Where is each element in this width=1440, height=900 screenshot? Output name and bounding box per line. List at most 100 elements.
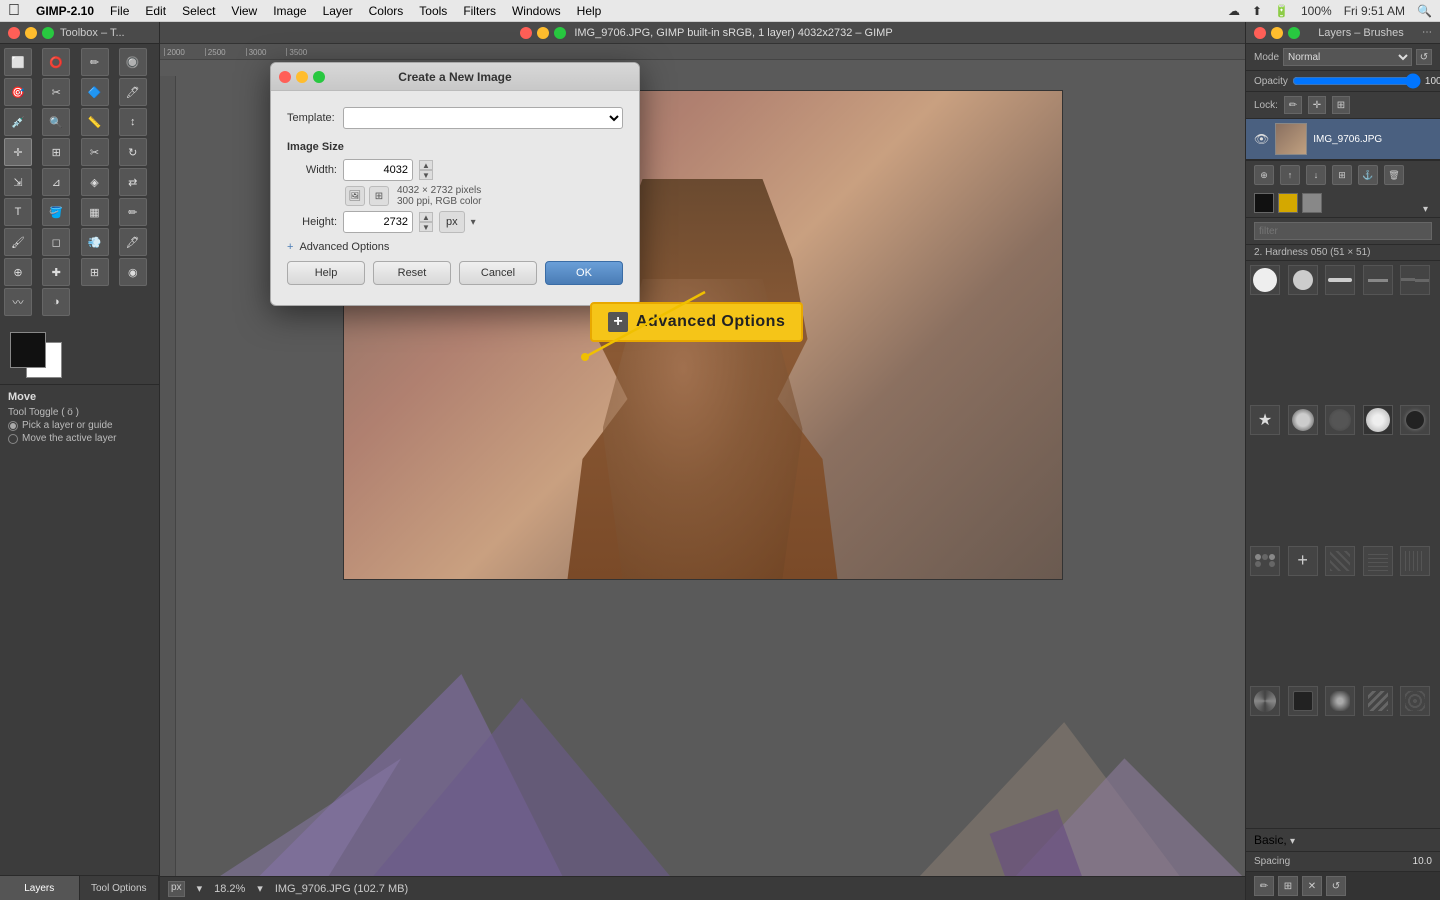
canvas-minimize-button[interactable] — [537, 27, 549, 39]
duplicate-brush-button[interactable]: ⊞ — [1278, 876, 1298, 896]
unit-button[interactable]: px — [439, 211, 465, 233]
canvas-close-button[interactable] — [520, 27, 532, 39]
grid-icon[interactable]: ⊞ — [369, 186, 389, 206]
new-brush-button[interactable]: ✏ — [1254, 876, 1274, 896]
tool-dodge-burn[interactable]: ◑ — [42, 288, 70, 316]
menu-help[interactable]: Help — [577, 4, 602, 18]
tab-layers[interactable]: Layers — [0, 876, 80, 900]
tool-airbrush[interactable]: 💨 — [81, 228, 109, 256]
right-panel-menu-icon[interactable]: ⋯ — [1422, 27, 1432, 38]
tool-fuzzy-select[interactable]: 🔘 — [119, 48, 147, 76]
menu-image[interactable]: Image — [273, 4, 306, 18]
tool-shear[interactable]: ⊿ — [42, 168, 70, 196]
brush-item[interactable] — [1400, 405, 1430, 435]
menu-file[interactable]: File — [110, 4, 129, 18]
right-maximize-button[interactable] — [1288, 27, 1300, 39]
tool-ink[interactable]: 🖋 — [119, 228, 147, 256]
width-input[interactable]: 4032 — [343, 159, 413, 181]
anchor-layer-button[interactable]: ⚓ — [1358, 165, 1378, 185]
mode-reset-button[interactable]: ↺ — [1416, 49, 1432, 65]
brush-item[interactable] — [1250, 265, 1280, 295]
brush-item[interactable] — [1288, 265, 1318, 295]
height-down-button[interactable]: ▼ — [419, 222, 433, 232]
color-swatch-yellow[interactable] — [1278, 193, 1298, 213]
tool-blend[interactable]: ▦ — [81, 198, 109, 226]
menu-view[interactable]: View — [231, 4, 257, 18]
menu-colors[interactable]: Colors — [369, 4, 404, 18]
tool-scale[interactable]: ⇲ — [4, 168, 32, 196]
brush-item[interactable] — [1325, 265, 1355, 295]
menu-layer[interactable]: Layer — [323, 4, 353, 18]
cancel-button[interactable]: Cancel — [459, 261, 537, 285]
brush-item[interactable] — [1325, 546, 1355, 576]
lock-alpha-button[interactable]: ⊞ — [1332, 96, 1350, 114]
lower-layer-button[interactable]: ↓ — [1306, 165, 1326, 185]
new-layer-group-button[interactable]: ⊕ — [1254, 165, 1274, 185]
tool-crop[interactable]: ✂ — [81, 138, 109, 166]
menu-edit[interactable]: Edit — [145, 4, 166, 18]
dialog-close-button[interactable] — [279, 71, 291, 83]
create-image-dialog[interactable]: Create a New Image Template: Image Size … — [270, 62, 640, 306]
tool-option-active-layer[interactable]: Move the active layer — [8, 433, 151, 444]
search-icon[interactable]: 🔍 — [1417, 4, 1432, 18]
tool-clone[interactable]: ⊕ — [4, 258, 32, 286]
tool-zoom[interactable]: 🔍 — [42, 108, 70, 136]
tool-text[interactable]: T — [4, 198, 32, 226]
tool-measure[interactable]: 📏 — [81, 108, 109, 136]
help-button[interactable]: Help — [287, 261, 365, 285]
layer-item[interactable]: 👁 IMG_9706.JPG — [1246, 119, 1440, 160]
lock-position-button[interactable]: ✛ — [1308, 96, 1326, 114]
brush-item[interactable] — [1363, 686, 1393, 716]
brush-item[interactable] — [1400, 546, 1430, 576]
menu-select[interactable]: Select — [182, 4, 215, 18]
right-minimize-button[interactable] — [1271, 27, 1283, 39]
unit-dropdown-icon[interactable]: ▾ — [471, 217, 476, 228]
brush-item[interactable] — [1288, 405, 1318, 435]
raise-layer-button[interactable]: ↑ — [1280, 165, 1300, 185]
brush-item[interactable] — [1400, 686, 1430, 716]
tool-foreground-select[interactable]: 🔷 — [81, 78, 109, 106]
duplicate-layer-button[interactable]: ⊞ — [1332, 165, 1352, 185]
brush-item[interactable] — [1363, 265, 1393, 295]
width-down-button[interactable]: ▼ — [419, 170, 433, 180]
ok-button[interactable]: OK — [545, 261, 623, 285]
lock-pixels-button[interactable]: ✏ — [1284, 96, 1302, 114]
tool-rotate[interactable]: ↻ — [119, 138, 147, 166]
refresh-brush-button[interactable]: ↺ — [1326, 876, 1346, 896]
color-swatch-gray[interactable] — [1302, 193, 1322, 213]
brush-item[interactable] — [1288, 686, 1318, 716]
close-button[interactable] — [8, 27, 20, 39]
tool-pencil[interactable]: ✏ — [119, 198, 147, 226]
height-up-button[interactable]: ▲ — [419, 212, 433, 222]
mode-select[interactable]: Normal — [1283, 48, 1412, 66]
tool-heal[interactable]: ✚ — [42, 258, 70, 286]
tool-flip[interactable]: ⇄ — [119, 168, 147, 196]
width-up-button[interactable]: ▲ — [419, 160, 433, 170]
tool-free-select[interactable]: ✏ — [81, 48, 109, 76]
tool-paths[interactable]: 🖊 — [119, 78, 147, 106]
maximize-button[interactable] — [42, 27, 54, 39]
dialog-minimize-button[interactable] — [296, 71, 308, 83]
tool-align[interactable]: ⊞ — [42, 138, 70, 166]
tool-rect-select[interactable]: ⬜ — [4, 48, 32, 76]
tool-ellipse-select[interactable]: ⭕ — [42, 48, 70, 76]
foreground-color-swatch[interactable] — [10, 332, 46, 368]
brush-item[interactable] — [1250, 546, 1280, 576]
brush-filter-input[interactable] — [1254, 222, 1432, 240]
image-icon[interactable]: 🖼 — [345, 186, 365, 206]
reset-button[interactable]: Reset — [373, 261, 451, 285]
tool-paintbrush[interactable]: 🖌 — [4, 228, 32, 256]
brush-item[interactable]: + — [1288, 546, 1318, 576]
tool-eraser[interactable]: ◻ — [42, 228, 70, 256]
tool-perspective-clone[interactable]: ⊞ — [81, 258, 109, 286]
layer-visibility-icon[interactable]: 👁 — [1254, 132, 1269, 146]
brush-item[interactable] — [1250, 686, 1280, 716]
minimize-button[interactable] — [25, 27, 37, 39]
tool-move[interactable]: ✛ — [4, 138, 32, 166]
advanced-options-row[interactable]: + Advanced Options — [287, 241, 623, 253]
filter-dropdown-icon[interactable]: ▾ — [1423, 204, 1428, 215]
unit-selector[interactable]: px — [168, 881, 185, 897]
template-select[interactable] — [343, 107, 623, 129]
menu-gimp[interactable]: GIMP-2.10 — [36, 4, 94, 18]
tool-blur-sharpen[interactable]: ◉ — [119, 258, 147, 286]
